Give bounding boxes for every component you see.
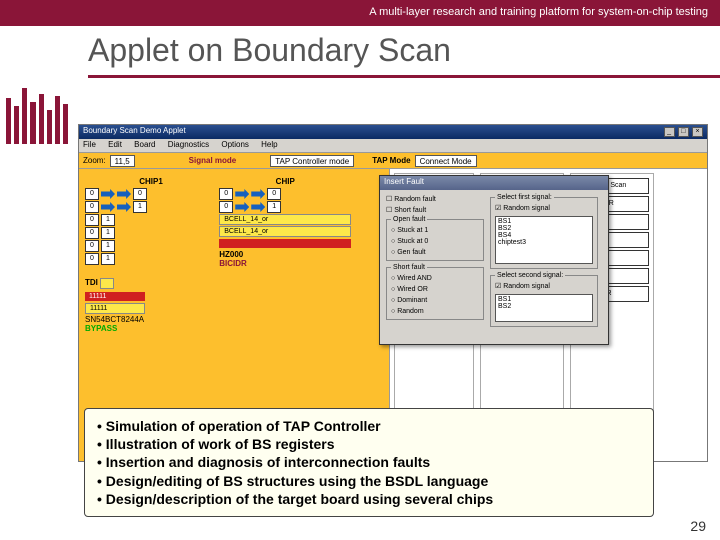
toolbar: Zoom: 11,5 Signal mode TAP Controller mo… <box>79 153 707 169</box>
chip2: CHIP 00 01 BCELL_14_or BCELL_14_or HZ000… <box>219 177 351 268</box>
window-title: Boundary Scan Demo Applet <box>83 126 186 138</box>
menu-bar: File Edit Board Diagnostics Options Help <box>79 139 707 153</box>
select-first-group: Select first signal: ☑ Random signal BS1… <box>490 194 598 269</box>
menu-options[interactable]: Options <box>221 140 249 149</box>
feature-3: Insertion and diagnosis of interconnecti… <box>97 453 641 471</box>
chip2-title: CHIP <box>219 177 351 186</box>
zoom-label: Zoom: <box>83 156 106 165</box>
dialog-title: Insert Fault <box>384 177 424 189</box>
menu-file[interactable]: File <box>83 140 96 149</box>
opt-stuck-1[interactable]: ○ Stuck at 1 <box>391 225 479 236</box>
bcell-2: BCELL_14_or <box>219 226 351 237</box>
opt-dominant[interactable]: ○ Dominant <box>391 295 479 306</box>
window-controls: _ □ × <box>663 126 703 138</box>
menu-help[interactable]: Help <box>261 140 277 149</box>
insert-fault-dialog: Insert Fault ☐ Random fault ☐ Short faul… <box>379 175 609 345</box>
signal-mode-label: Signal mode <box>183 156 243 165</box>
menu-diagnostics[interactable]: Diagnostics <box>168 140 209 149</box>
bypass-label: BYPASS <box>85 324 383 333</box>
select-second-group: Select second signal: ☑ Random signal BS… <box>490 272 598 327</box>
opt-random[interactable]: ○ Random <box>391 306 479 317</box>
feature-2: Illustration of work of BS registers <box>97 435 641 453</box>
open-fault-group: Open fault ○ Stuck at 1 ○ Stuck at 0 ○ G… <box>386 216 484 261</box>
tap-mode-label: TAP Mode <box>372 156 410 165</box>
opt-random-fault[interactable]: ☐ Random fault <box>386 194 484 205</box>
menu-edit[interactable]: Edit <box>108 140 122 149</box>
window-titlebar: Boundary Scan Demo Applet _ □ × <box>79 125 707 139</box>
bcell-1: BCELL_14_or <box>219 214 351 225</box>
slide-title: Applet on Boundary Scan <box>0 26 720 71</box>
banner-text: A multi-layer research and training plat… <box>369 6 708 18</box>
opt-wired-or[interactable]: ○ Wired OR <box>391 284 479 295</box>
menu-board[interactable]: Board <box>134 140 155 149</box>
feature-5: Design/description of the target board u… <box>97 490 641 508</box>
close-icon[interactable]: × <box>692 127 703 137</box>
red-reg <box>219 239 351 248</box>
opt-random-signal-2[interactable]: ☑ Random signal <box>495 281 593 292</box>
chip1-title: CHIP1 <box>85 177 217 186</box>
opt-wired-and[interactable]: ○ Wired AND <box>391 273 479 284</box>
opt-gen-fault[interactable]: ○ Gen fault <box>391 247 479 258</box>
banner-bar: A multi-layer research and training plat… <box>0 0 720 26</box>
short-fault-group: Short fault ○ Wired AND ○ Wired OR ○ Dom… <box>386 264 484 320</box>
tdi-label: TDI <box>85 278 98 287</box>
maximize-icon[interactable]: □ <box>678 127 689 137</box>
opt-random-signal-1[interactable]: ☑ Random signal <box>495 203 593 214</box>
signal-list-1[interactable]: BS1 BS2 BS4 chiptest3 <box>495 216 593 264</box>
opt-stuck-0[interactable]: ○ Stuck at 0 <box>391 236 479 247</box>
reg-yellow: 11111 <box>85 303 145 314</box>
feature-4: Design/editing of BS structures using th… <box>97 472 641 490</box>
connect-mode-field[interactable]: Connect Mode <box>415 155 477 167</box>
page-number: 29 <box>690 518 706 534</box>
minimize-icon[interactable]: _ <box>664 127 675 137</box>
title-underline <box>88 75 720 78</box>
hz-label: HZ000 <box>219 250 243 259</box>
chip1: CHIP1 00 01 01 01 01 01 <box>85 177 217 266</box>
zoom-field[interactable]: 11,5 <box>110 155 135 167</box>
opt-short-fault[interactable]: ☐ Short fault <box>386 205 484 216</box>
feature-1: Simulation of operation of TAP Controlle… <box>97 417 641 435</box>
reg-red: 11111 <box>85 292 145 301</box>
logo-bars-icon <box>6 82 68 144</box>
feature-callout: Simulation of operation of TAP Controlle… <box>84 408 654 517</box>
chip-partnum: SN54BCT8244A <box>85 315 383 324</box>
tap-controller-label: TAP Controller mode <box>270 155 354 167</box>
bicidr-label: BICIDR <box>219 259 351 268</box>
dialog-titlebar: Insert Fault <box>380 176 608 190</box>
signal-list-2[interactable]: BS1 BS2 <box>495 294 593 322</box>
